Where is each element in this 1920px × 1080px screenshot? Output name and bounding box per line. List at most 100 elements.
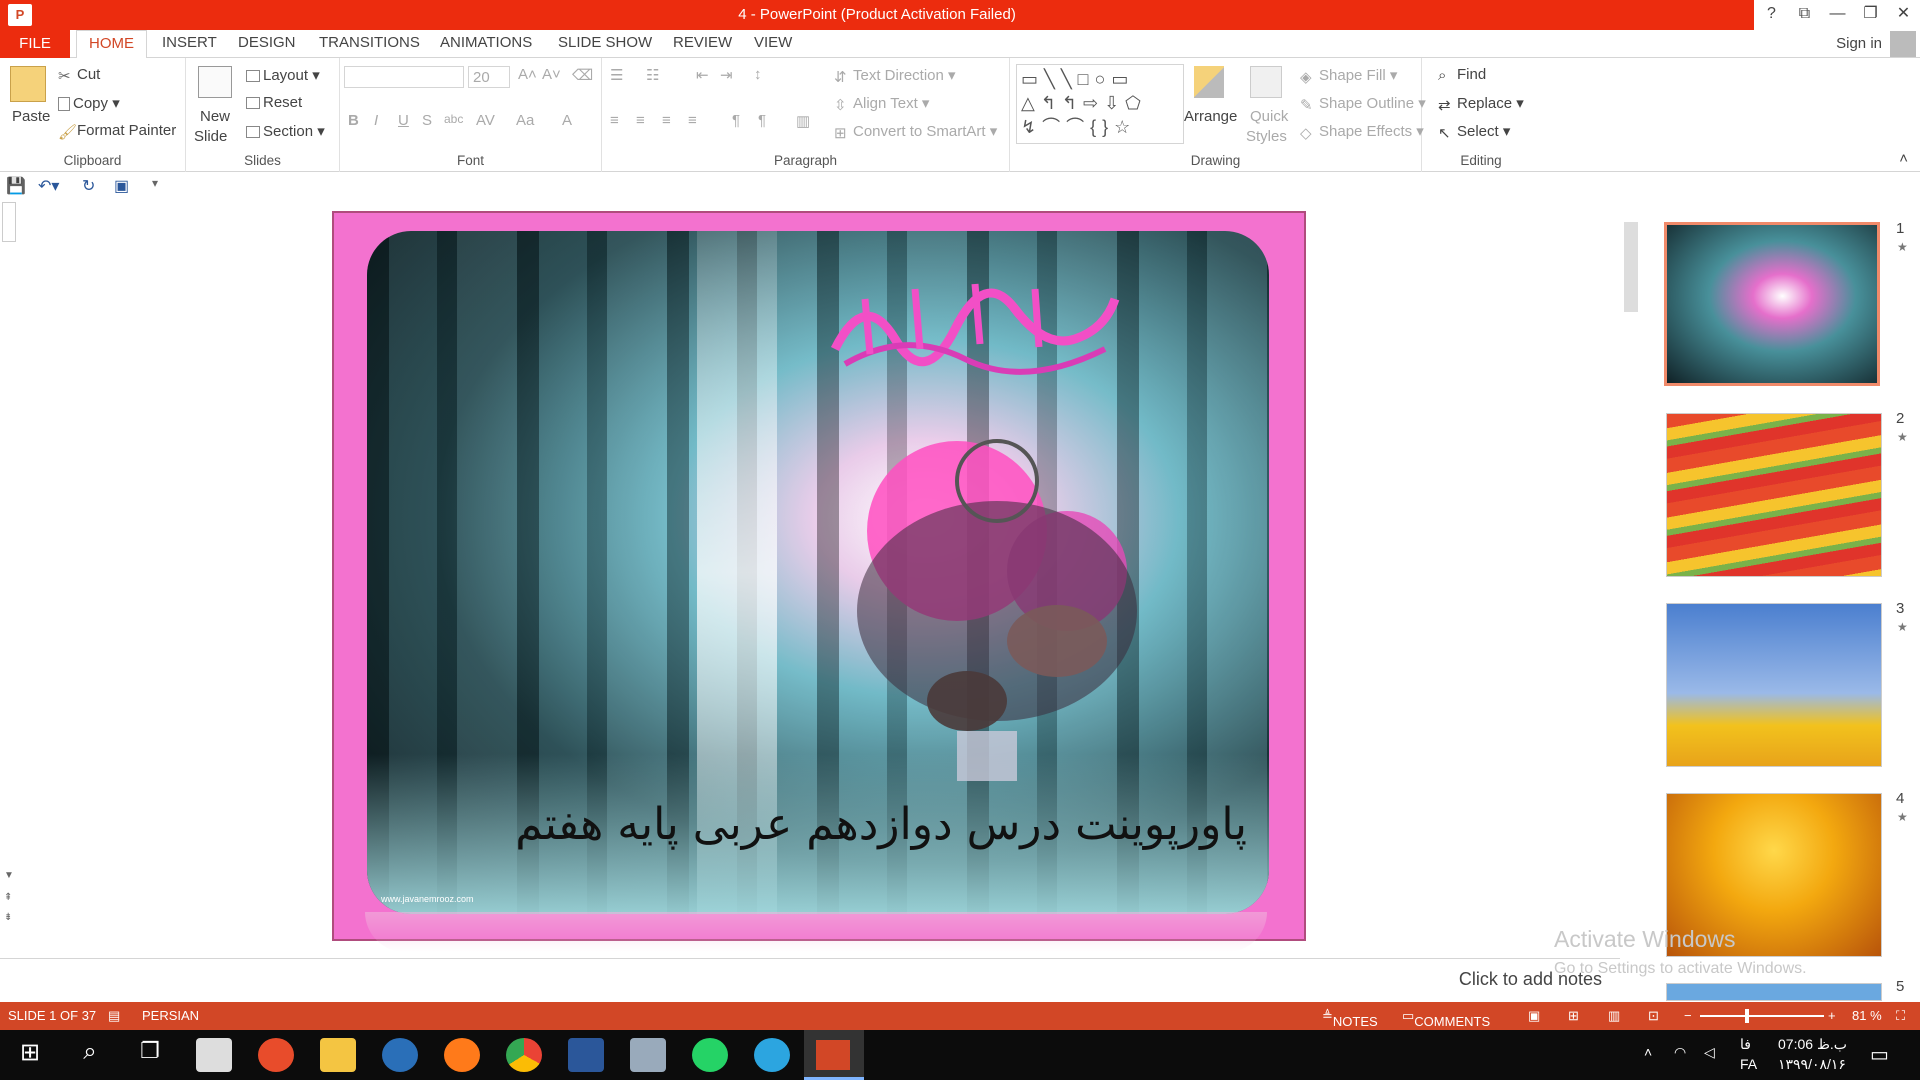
notes-pane[interactable]: Click to add notes bbox=[0, 958, 1620, 1002]
quick-styles-button[interactable]: Quick bbox=[1250, 108, 1288, 125]
reading-view-icon[interactable]: ▥ bbox=[1608, 1008, 1620, 1024]
left-to-right-icon[interactable]: ¶ bbox=[732, 112, 740, 129]
customize-qat-icon[interactable]: ▾ bbox=[152, 176, 158, 190]
scroll-down-icon[interactable]: ▼ bbox=[4, 870, 14, 881]
save-icon[interactable]: 💾 bbox=[6, 176, 26, 196]
ribbon-display-options-button[interactable]: ⧉ bbox=[1788, 0, 1821, 30]
search-icon[interactable]: ⌕ bbox=[72, 1038, 108, 1072]
new-slide-icon[interactable] bbox=[198, 66, 232, 98]
numbering-icon[interactable]: ☷ bbox=[646, 66, 659, 84]
fit-to-window-icon[interactable]: ⛶ bbox=[1896, 1008, 1905, 1024]
calculator-icon[interactable] bbox=[196, 1038, 232, 1072]
restore-button[interactable]: ❐ bbox=[1854, 0, 1887, 30]
shadow-icon[interactable]: S bbox=[422, 112, 432, 129]
sign-in-link[interactable]: Sign in bbox=[1836, 35, 1882, 52]
redo-icon[interactable]: ↻ bbox=[82, 176, 95, 196]
start-slideshow-icon[interactable]: ▣ bbox=[114, 176, 129, 196]
paste-icon[interactable] bbox=[10, 66, 46, 102]
strikethrough-icon[interactable]: abc bbox=[444, 112, 463, 126]
italic-icon[interactable]: I bbox=[374, 112, 378, 129]
align-left-icon[interactable]: ≡ bbox=[610, 112, 619, 129]
file-explorer-icon[interactable] bbox=[320, 1038, 356, 1072]
convert-smartart-button[interactable]: ⊞ Convert to SmartArt ▾ bbox=[834, 122, 997, 142]
align-right-icon[interactable]: ≡ bbox=[662, 112, 671, 129]
quick-styles-button-line2[interactable]: Styles bbox=[1246, 128, 1287, 145]
shrink-font-icon[interactable]: A˅ bbox=[542, 66, 561, 83]
tab-review[interactable]: REVIEW bbox=[673, 34, 732, 51]
shape-fill-button[interactable]: ◈ Shape Fill ▾ bbox=[1300, 66, 1397, 86]
input-language-secondary[interactable]: فا bbox=[1740, 1036, 1751, 1053]
columns-icon[interactable]: ▥ bbox=[796, 112, 810, 130]
replace-button[interactable]: ⇄ Replace ▾ bbox=[1438, 94, 1524, 114]
undo-icon[interactable]: ↶▾ bbox=[38, 176, 59, 196]
paint-icon[interactable] bbox=[630, 1038, 666, 1072]
shape-outline-button[interactable]: ✎ Shape Outline ▾ bbox=[1300, 94, 1426, 114]
next-slide-icon[interactable]: ⇟ bbox=[4, 912, 12, 923]
powerpoint-taskbar-button[interactable] bbox=[804, 1030, 864, 1080]
tab-slide-show[interactable]: SLIDE SHOW bbox=[558, 34, 652, 51]
firefox-icon[interactable] bbox=[444, 1038, 480, 1072]
zoom-level[interactable]: 81 % bbox=[1852, 1008, 1882, 1023]
notifications-icon[interactable]: ▭ bbox=[1870, 1042, 1889, 1067]
justify-icon[interactable]: ≡ bbox=[688, 112, 697, 129]
volume-icon[interactable]: ◁ bbox=[1704, 1044, 1715, 1061]
scrollbar-thumb[interactable] bbox=[2, 202, 16, 242]
font-color-icon[interactable]: A bbox=[562, 112, 572, 129]
notes-toggle[interactable]: ≜ NOTES bbox=[1322, 1008, 1378, 1029]
tab-transitions[interactable]: TRANSITIONS bbox=[319, 34, 420, 51]
slide-sorter-icon[interactable]: ⊞ bbox=[1568, 1008, 1579, 1024]
bullets-icon[interactable]: ☰ bbox=[610, 66, 623, 84]
show-hidden-icons-icon[interactable]: ˄ bbox=[1644, 1044, 1652, 1060]
shape-effects-button[interactable]: ◇ Shape Effects ▾ bbox=[1300, 122, 1424, 142]
comments-toggle[interactable]: ▭ COMMENTS bbox=[1402, 1008, 1490, 1029]
close-button[interactable]: ✕ bbox=[1887, 0, 1920, 30]
thumbnail-scrollbar-thumb[interactable] bbox=[1624, 222, 1638, 312]
tab-design[interactable]: DESIGN bbox=[238, 34, 296, 51]
font-family-dropdown[interactable] bbox=[344, 66, 464, 88]
avatar[interactable] bbox=[1890, 31, 1916, 57]
word-icon[interactable] bbox=[568, 1038, 604, 1072]
thumbnail-slide-1[interactable] bbox=[1664, 222, 1880, 386]
thumbnail-scrollbar[interactable] bbox=[1622, 202, 1640, 1000]
grow-font-icon[interactable]: A˄ bbox=[518, 66, 537, 83]
cut-button[interactable]: ✂ Cut bbox=[58, 66, 100, 85]
tab-animations[interactable]: ANIMATIONS bbox=[440, 34, 532, 51]
paste-button[interactable]: Paste bbox=[12, 108, 50, 125]
underline-icon[interactable]: U bbox=[398, 112, 409, 129]
network-icon[interactable]: ◠ bbox=[1674, 1044, 1686, 1061]
arrange-button[interactable]: Arrange bbox=[1184, 108, 1237, 125]
telegram-icon[interactable] bbox=[754, 1038, 790, 1072]
thumbnail-slide-5[interactable] bbox=[1666, 983, 1882, 1001]
help-button[interactable]: ? bbox=[1755, 0, 1788, 30]
text-direction-button[interactable]: ⇵ Text Direction ▾ bbox=[834, 66, 956, 86]
zoom-slider-thumb[interactable] bbox=[1745, 1009, 1749, 1023]
select-button[interactable]: ↖ Select ▾ bbox=[1438, 122, 1510, 142]
tab-home[interactable]: HOME bbox=[76, 30, 147, 59]
clock-time[interactable]: 07:06 ب.ظ bbox=[1778, 1036, 1847, 1053]
collapse-ribbon-icon[interactable]: ˄ bbox=[1899, 150, 1908, 167]
decrease-indent-icon[interactable]: ⇤ bbox=[696, 66, 709, 84]
new-slide-button[interactable]: New bbox=[200, 108, 230, 125]
clock-date[interactable]: ۱۳۹۹/۰۸/۱۶ bbox=[1778, 1056, 1846, 1073]
windows-start-icon[interactable]: ⊞ bbox=[12, 1038, 48, 1072]
tab-insert[interactable]: INSERT bbox=[162, 34, 217, 51]
quick-styles-icon[interactable] bbox=[1250, 66, 1282, 98]
spelling-icon[interactable]: ▤ bbox=[108, 1008, 120, 1024]
whatsapp-icon[interactable] bbox=[692, 1038, 728, 1072]
normal-view-icon[interactable]: ▣ bbox=[1528, 1008, 1540, 1024]
zoom-slider[interactable] bbox=[1700, 1015, 1824, 1017]
new-slide-button-line2[interactable]: Slide bbox=[194, 128, 227, 145]
powerpoint-viewer-icon[interactable] bbox=[258, 1038, 294, 1072]
right-to-left-icon[interactable]: ¶ bbox=[758, 112, 766, 129]
slideshow-view-icon[interactable]: ⊡ bbox=[1648, 1008, 1659, 1024]
editor-vertical-scrollbar[interactable]: ▼ ⇞ ⇟ bbox=[0, 200, 20, 935]
line-spacing-icon[interactable]: ↕ bbox=[754, 66, 762, 83]
previous-slide-icon[interactable]: ⇞ bbox=[4, 892, 12, 903]
section-button[interactable]: Section ▾ bbox=[246, 122, 325, 140]
align-text-button[interactable]: ⇳ Align Text ▾ bbox=[834, 94, 929, 114]
reset-button[interactable]: Reset bbox=[246, 94, 302, 111]
bold-icon[interactable]: B bbox=[348, 112, 359, 129]
slide-title[interactable]: پاورپوینت درس دوازدهم عربی پایه هفتم bbox=[507, 799, 1247, 850]
find-button[interactable]: ⌕ Find bbox=[1438, 66, 1486, 84]
task-view-icon[interactable]: ❐ bbox=[132, 1038, 168, 1072]
